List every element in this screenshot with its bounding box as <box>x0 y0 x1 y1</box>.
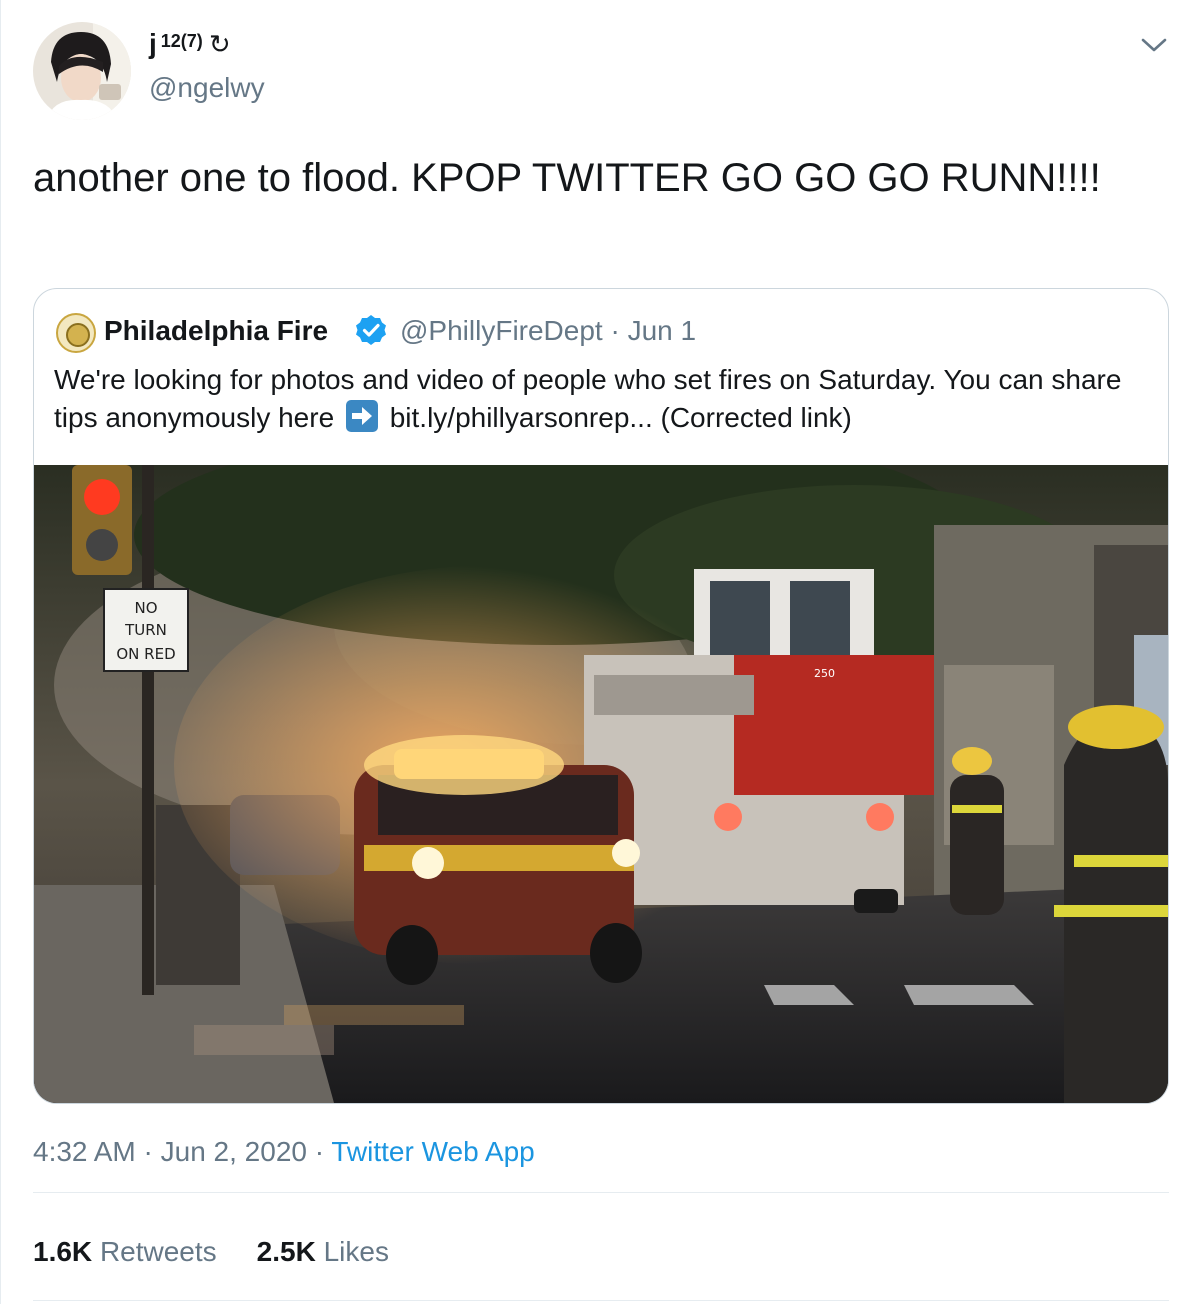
quoted-tweet-photo[interactable]: NO TURN ON RED 250 <box>34 465 1168 1103</box>
retweets-label: Retweets <box>99 1236 217 1267</box>
quoted-author-name: Philadelphia Fire <box>104 315 329 346</box>
tweet-card: j 12(7) ↻ @ngelwy another one to flood. KP… <box>0 0 1198 1304</box>
quoted-author-avatar <box>56 313 96 353</box>
sign-line-1: NO <box>134 599 157 617</box>
quoted-date: Jun 1 <box>627 315 697 346</box>
sign-line-2: TURN <box>124 621 167 639</box>
author-display-name[interactable]: j 12(7) ↻ <box>149 28 231 60</box>
quoted-separator: · <box>610 315 620 346</box>
quoted-tweet[interactable]: Philadelphia Fire @PhillyFireDept · Jun … <box>33 288 1169 1104</box>
retweets-count: 1.6K <box>33 1236 93 1267</box>
divider <box>33 1192 1169 1193</box>
author-name-superscript: 12(7) <box>160 31 203 51</box>
sign-line-3: ON RED <box>116 645 175 663</box>
quoted-text-link: bit.ly/phillyarsonrep... (Corrected link… <box>389 402 852 433</box>
tweet-meta: 4:32 AM · Jun 2, 2020 · Twitter Web App <box>33 1136 535 1168</box>
tweet-time[interactable]: 4:32 AM <box>33 1136 136 1167</box>
tweet-source-app[interactable]: Twitter Web App <box>331 1136 534 1167</box>
meta-separator: · <box>143 1136 153 1167</box>
author-name-text: j <box>149 28 157 59</box>
verified-badge-icon <box>356 315 386 345</box>
truck-number: 250 <box>814 667 835 680</box>
quoted-tweet-text: We're looking for photos and video of pe… <box>54 361 1154 437</box>
meta-separator: · <box>314 1136 325 1167</box>
tweet-date[interactable]: Jun 2, 2020 <box>161 1136 307 1167</box>
likes-stat[interactable]: 2.5K Likes <box>257 1236 389 1267</box>
quoted-author-handle-date: @PhillyFireDept · Jun 1 <box>400 315 696 347</box>
author-avatar[interactable] <box>33 22 131 120</box>
divider <box>33 1300 1169 1301</box>
author-handle[interactable]: @ngelwy <box>149 72 265 104</box>
chevron-down-icon[interactable] <box>1139 32 1169 58</box>
tweet-text: another one to flood. KPOP TWITTER GO GO… <box>33 156 1101 200</box>
right-arrow-emoji-icon <box>345 400 378 432</box>
tweet-stats: 1.6K Retweets 2.5K Likes <box>33 1236 389 1268</box>
author-name-symbol: ↻ <box>208 29 231 59</box>
quoted-handle: @PhillyFireDept <box>400 315 603 346</box>
likes-count: 2.5K <box>256 1236 316 1267</box>
likes-label: Likes <box>323 1236 389 1267</box>
retweets-stat[interactable]: 1.6K Retweets <box>33 1236 217 1267</box>
